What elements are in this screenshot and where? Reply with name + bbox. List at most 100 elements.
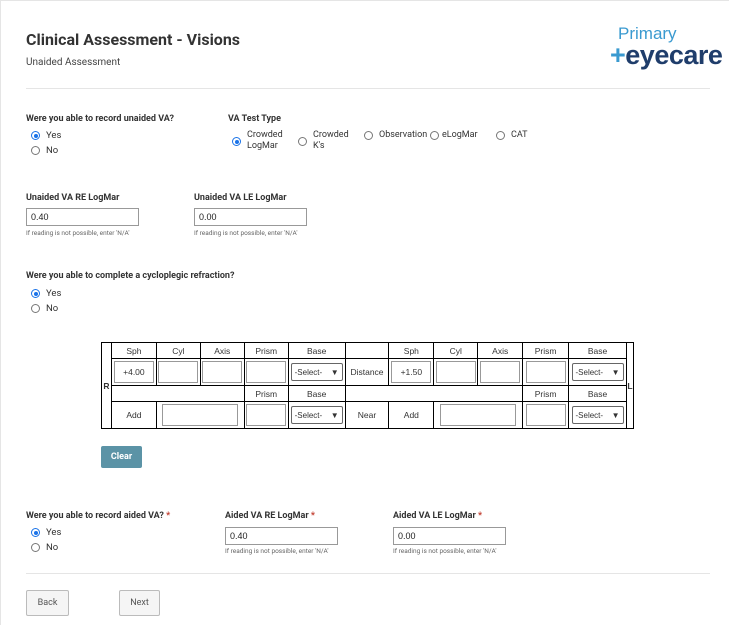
next-button[interactable]: Next	[119, 590, 160, 616]
l-axis-header: Axis	[477, 342, 524, 359]
aided-yes-radio[interactable]: Yes	[31, 527, 61, 538]
near-header-spacer	[344, 385, 524, 402]
logo-eyecare-text: +eyecare	[610, 40, 723, 71]
radio-unselected-icon	[31, 304, 40, 313]
aided-no-label: No	[46, 542, 59, 553]
l-near-prism-cell	[522, 401, 570, 429]
l-sph-input[interactable]: +1.50	[391, 361, 432, 383]
l-near-prism-input[interactable]	[525, 404, 566, 426]
chevron-down-icon: ▼	[611, 367, 620, 377]
l-base-select-value: -Select-	[575, 367, 604, 377]
aided-le-label: Aided VA LE LogMar *	[393, 511, 482, 521]
unaided-le-label: Unaided VA LE LogMar	[194, 193, 287, 203]
va-type-cat-label: CAT	[511, 130, 528, 140]
unaided-question-label: Were you able to record unaided VA?	[26, 114, 174, 124]
l-sph-header: Sph	[388, 342, 435, 359]
va-type-cat-radio[interactable]: CAT	[496, 130, 528, 140]
unaided-no-radio[interactable]: No	[31, 145, 58, 156]
r-cyl-input[interactable]	[158, 361, 199, 383]
r-near-prism-input[interactable]	[246, 404, 287, 426]
l-base-header: Base	[568, 342, 627, 359]
clear-button[interactable]: Clear	[101, 446, 142, 468]
aided-re-input[interactable]: 0.40	[225, 527, 338, 545]
required-marker: *	[478, 511, 483, 521]
aided-no-radio[interactable]: No	[31, 542, 58, 553]
radio-unselected-icon	[31, 146, 40, 155]
unaided-no-label: No	[46, 145, 59, 156]
r-axis-input[interactable]	[202, 361, 243, 383]
r-prism-input[interactable]	[246, 361, 287, 383]
l-base-select[interactable]: -Select- ▼	[571, 363, 624, 381]
l-base-cell: -Select- ▼	[568, 358, 627, 386]
va-type-observation-radio[interactable]: Observation	[364, 130, 427, 140]
refraction-table: R Sph Cyl Axis Prism Base Sph Cyl Axis P…	[101, 342, 635, 429]
r-base-select[interactable]: -Select- ▼	[290, 363, 343, 381]
header-spacer	[344, 342, 390, 359]
chevron-down-icon: ▼	[611, 410, 620, 420]
va-type-observation-label: Observation	[379, 130, 428, 140]
page-subtitle: Unaided Assessment	[26, 57, 121, 68]
near-label: Near	[344, 401, 390, 429]
aided-le-label-text: Aided VA LE LogMar	[393, 511, 476, 521]
cycloplegic-no-radio[interactable]: No	[31, 303, 58, 314]
aided-re-label-text: Aided VA RE LogMar	[225, 511, 309, 521]
unaided-yes-radio[interactable]: Yes	[31, 130, 61, 141]
va-type-crowded-ks-radio[interactable]: Crowded K's	[298, 130, 349, 152]
r-add-input[interactable]	[162, 404, 239, 426]
va-type-crowded-logmar-label: Crowded LogMar	[247, 130, 283, 151]
va-test-type-label: VA Test Type	[228, 114, 281, 124]
required-marker: *	[310, 511, 315, 521]
r-prism-cell	[243, 358, 289, 386]
r-near-base-select[interactable]: -Select- ▼	[290, 406, 343, 424]
radio-unselected-icon	[430, 130, 439, 140]
aided-re-label: Aided VA RE LogMar *	[225, 511, 315, 521]
va-type-elogmar-label: eLogMar	[442, 130, 478, 140]
l-add-cell	[433, 401, 524, 429]
aided-yes-label: Yes	[46, 527, 62, 538]
r-sph-input[interactable]: +4.00	[113, 361, 154, 383]
header-divider	[26, 88, 710, 89]
radio-selected-icon	[232, 137, 241, 146]
r-cyl-header: Cyl	[155, 342, 201, 359]
page-frame	[0, 0, 729, 625]
va-type-elogmar-radio[interactable]: eLogMar	[430, 130, 478, 140]
aided-le-input[interactable]: 0.00	[393, 527, 506, 545]
r-near-header-spacer	[110, 385, 245, 402]
l-add-label: Add	[388, 401, 435, 429]
unaided-re-label: Unaided VA RE LogMar	[26, 193, 120, 203]
cycloplegic-yes-radio[interactable]: Yes	[31, 288, 61, 299]
va-type-crowded-logmar-radio[interactable]: Crowded LogMar	[232, 130, 283, 152]
r-cyl-cell	[155, 358, 201, 386]
footer-divider	[26, 573, 710, 574]
r-prism-header: Prism	[243, 342, 289, 359]
primary-eyecare-logo: Primary +eyecare	[606, 24, 723, 72]
l-cyl-input[interactable]	[435, 361, 476, 383]
aided-le-hint: If reading is not possible, enter 'N/A'	[393, 547, 497, 555]
logo-cross-icon: +	[610, 40, 626, 70]
back-button[interactable]: Back	[26, 590, 69, 616]
l-add-input[interactable]	[440, 404, 517, 426]
aided-question-label: Were you able to record aided VA? *	[26, 511, 170, 521]
radio-selected-icon	[31, 528, 40, 537]
l-near-base-select[interactable]: -Select- ▼	[571, 406, 624, 424]
l-sph-cell: +1.50	[388, 358, 435, 386]
aided-question-text: Were you able to record aided VA?	[26, 511, 164, 521]
l-prism-header: Prism	[522, 342, 570, 359]
r-sph-cell: +4.00	[110, 358, 157, 386]
l-prism-input[interactable]	[525, 361, 566, 383]
l-axis-input[interactable]	[480, 361, 521, 383]
aided-re-hint: If reading is not possible, enter 'N/A'	[225, 547, 329, 555]
unaided-le-input[interactable]: 0.00	[194, 208, 307, 226]
unaided-re-input[interactable]: 0.40	[26, 208, 139, 226]
l-cyl-header: Cyl	[433, 342, 479, 359]
r-near-base-select-value: -Select-	[294, 410, 323, 420]
l-near-base-header: Base	[568, 385, 627, 402]
left-eye-marker: L	[625, 342, 635, 429]
radio-unselected-icon	[364, 130, 373, 140]
logo-eyecare-word: eyecare	[625, 40, 723, 70]
l-axis-cell	[477, 358, 524, 386]
l-prism-cell	[522, 358, 570, 386]
right-eye-marker: R	[101, 342, 112, 429]
chevron-down-icon: ▼	[330, 410, 339, 420]
r-near-base-cell: -Select- ▼	[287, 401, 346, 429]
